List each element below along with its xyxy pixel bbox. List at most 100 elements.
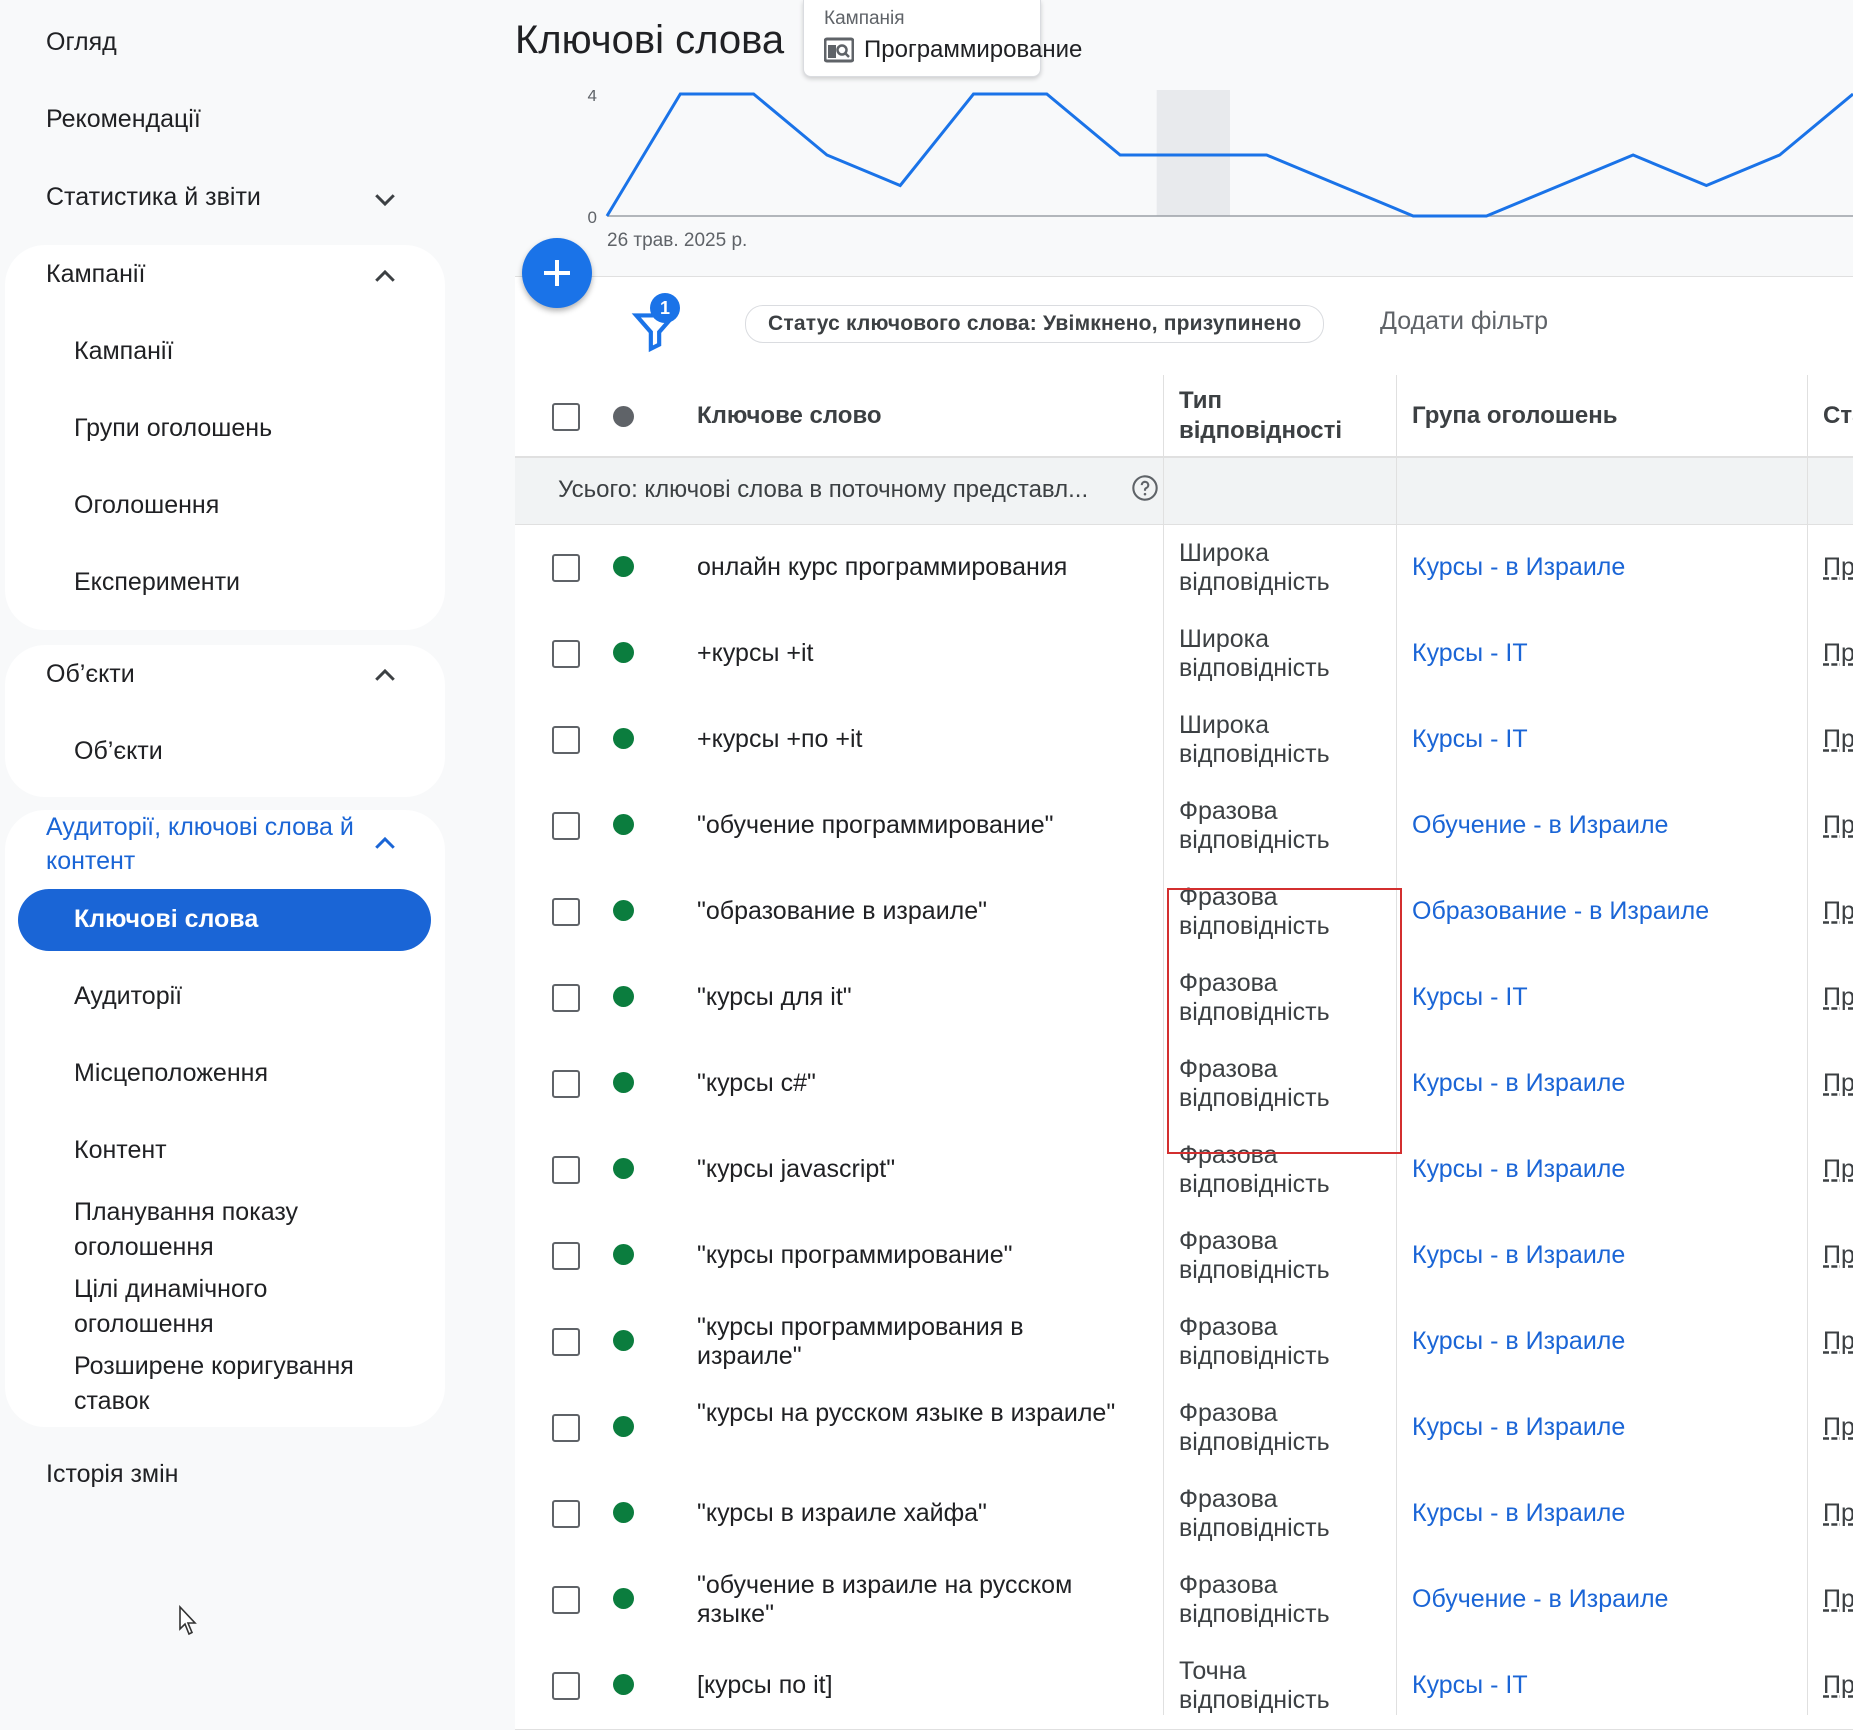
keyword-cell[interactable]: "образование в израиле" — [697, 897, 1117, 926]
status-cell[interactable]: Пр — [1823, 1241, 1853, 1270]
nav-recommendations[interactable]: Рекомендації — [46, 105, 201, 134]
keyword-cell[interactable]: "обучение программирование" — [697, 811, 1117, 840]
nav-assets-group[interactable]: Об’єкти — [46, 660, 135, 689]
ad-group-link[interactable]: Курсы - в Израиле — [1412, 1413, 1625, 1442]
keyword-cell[interactable]: +курсы +it — [697, 639, 1117, 668]
keyword-cell[interactable]: +курсы +по +it — [697, 725, 1117, 754]
ad-group-link[interactable]: Курсы - в Израиле — [1412, 1499, 1625, 1528]
table-row[interactable]: онлайн курс программирования Широка відпо… — [515, 525, 1853, 612]
status-cell[interactable]: Пр — [1823, 983, 1853, 1012]
row-checkbox[interactable] — [552, 898, 580, 926]
ad-group-link[interactable]: Курсы - IT — [1412, 725, 1528, 754]
table-row[interactable]: "курсы в израиле хайфа" Фразова відповідн… — [515, 1471, 1853, 1558]
chevron-down-icon[interactable] — [370, 184, 400, 214]
add-filter-button[interactable]: Додати фільтр — [1380, 307, 1548, 336]
keyword-cell[interactable]: "курсы программирования в израиле" — [697, 1313, 1117, 1371]
ad-group-link[interactable]: Курсы - в Израиле — [1412, 1069, 1625, 1098]
nav-campaigns-group[interactable]: Кампанії — [46, 260, 145, 289]
ad-group-link[interactable]: Обучение - в Израиле — [1412, 811, 1668, 840]
nav-assets[interactable]: Об’єкти — [74, 737, 163, 766]
keyword-cell[interactable]: онлайн курс программирования — [697, 553, 1117, 582]
table-row[interactable]: "курсы на русском языке в израиле" Фразов… — [515, 1385, 1853, 1472]
nav-campaigns[interactable]: Кампанії — [74, 337, 173, 366]
nav-ads[interactable]: Оголошення — [74, 491, 219, 520]
ad-group-link[interactable]: Курсы - в Израиле — [1412, 553, 1625, 582]
nav-locations[interactable]: Місцеположення — [74, 1059, 268, 1088]
status-cell[interactable]: Пр — [1823, 725, 1853, 754]
row-checkbox[interactable] — [552, 1672, 580, 1700]
keyword-cell[interactable]: "курсы на русском языке в израиле" — [697, 1399, 1117, 1428]
row-checkbox[interactable] — [552, 1328, 580, 1356]
table-row[interactable]: "обучение в израиле на русском языке" Фра… — [515, 1557, 1853, 1644]
status-cell[interactable]: Пр — [1823, 639, 1853, 668]
nav-audiences-group[interactable]: Аудиторії, ключові слова й контент — [46, 810, 376, 878]
header-status[interactable]: Ста — [1823, 401, 1853, 431]
keyword-cell[interactable]: [курсы по it] — [697, 1671, 1117, 1700]
row-checkbox[interactable] — [552, 640, 580, 668]
row-checkbox[interactable] — [552, 812, 580, 840]
table-row[interactable]: "курсы программирования в израиле" Фразов… — [515, 1299, 1853, 1386]
keyword-cell[interactable]: "курсы для it" — [697, 983, 1117, 1012]
nav-overview[interactable]: Огляд — [46, 28, 117, 57]
ad-group-link[interactable]: Курсы - в Израиле — [1412, 1241, 1625, 1270]
nav-advanced-bid-adjustments[interactable]: Розширене коригування ставок — [74, 1349, 394, 1419]
header-ad-group[interactable]: Група оголошень — [1412, 401, 1618, 431]
nav-ad-groups[interactable]: Групи оголошень — [74, 414, 272, 443]
row-checkbox[interactable] — [552, 726, 580, 754]
table-row[interactable]: "курсы программирование" Фразова відповід… — [515, 1213, 1853, 1300]
ad-group-link[interactable]: Курсы - в Израиле — [1412, 1327, 1625, 1356]
chevron-up-icon[interactable] — [370, 829, 400, 859]
help-icon[interactable] — [1131, 474, 1159, 502]
ad-group-link[interactable]: Курсы - IT — [1412, 639, 1528, 668]
row-checkbox[interactable] — [552, 1242, 580, 1270]
row-checkbox[interactable] — [552, 1414, 580, 1442]
keyword-cell[interactable]: "обучение в израиле на русском языке" — [697, 1571, 1117, 1629]
status-cell[interactable]: Пр — [1823, 1069, 1853, 1098]
table-row[interactable]: "обучение программирование" Фразова відпо… — [515, 783, 1853, 870]
nav-change-history[interactable]: Історія змін — [46, 1460, 178, 1489]
campaign-selector[interactable]: Кампанія Программирование — [803, 0, 1082, 77]
status-dot-icon — [613, 814, 634, 835]
keyword-cell[interactable]: "курсы javascript" — [697, 1155, 1117, 1184]
status-cell[interactable]: Пр — [1823, 1155, 1853, 1184]
keyword-cell[interactable]: "курсы программирование" — [697, 1241, 1117, 1270]
header-match-type[interactable]: Тип відповідності — [1179, 386, 1349, 446]
status-cell[interactable]: Пр — [1823, 897, 1853, 926]
chevron-up-icon[interactable] — [370, 661, 400, 691]
status-cell[interactable]: Пр — [1823, 1413, 1853, 1442]
table-row[interactable]: [курсы по it] Точна відповідність Курсы - … — [515, 1643, 1853, 1730]
row-checkbox[interactable] — [552, 1156, 580, 1184]
row-checkbox[interactable] — [552, 1500, 580, 1528]
ad-group-link[interactable]: Курсы - IT — [1412, 1671, 1528, 1700]
status-cell[interactable]: Пр — [1823, 811, 1853, 840]
status-cell[interactable]: Пр — [1823, 1671, 1853, 1700]
ad-group-link[interactable]: Обучение - в Израиле — [1412, 1585, 1668, 1614]
nav-audiences[interactable]: Аудиторії — [74, 982, 182, 1011]
ad-group-link[interactable]: Образование - в Израиле — [1412, 897, 1709, 926]
nav-dynamic-ad-targets[interactable]: Цілі динамічного оголошення — [74, 1272, 394, 1342]
status-cell[interactable]: Пр — [1823, 553, 1853, 582]
row-checkbox[interactable] — [552, 554, 580, 582]
nav-ad-schedule[interactable]: Планування показу оголошення — [74, 1195, 394, 1265]
header-keyword[interactable]: Ключове слово — [697, 401, 882, 431]
ad-group-link[interactable]: Курсы - в Израиле — [1412, 1155, 1625, 1184]
row-checkbox[interactable] — [552, 1070, 580, 1098]
row-checkbox[interactable] — [552, 1586, 580, 1614]
status-cell[interactable]: Пр — [1823, 1327, 1853, 1356]
keyword-cell[interactable]: "курсы в израиле хайфа" — [697, 1499, 1117, 1528]
nav-stats-reports[interactable]: Статистика й звіти — [46, 183, 261, 212]
status-filter-chip[interactable]: Статус ключового слова: Увімкнено, призу… — [745, 305, 1325, 343]
nav-content[interactable]: Контент — [74, 1136, 167, 1165]
nav-keywords[interactable]: Ключові слова — [74, 905, 258, 934]
ad-group-link[interactable]: Курсы - IT — [1412, 983, 1528, 1012]
add-keyword-button[interactable] — [522, 238, 592, 308]
keyword-cell[interactable]: "курсы с#" — [697, 1069, 1117, 1098]
chevron-up-icon[interactable] — [370, 262, 400, 292]
status-cell[interactable]: Пр — [1823, 1585, 1853, 1614]
row-checkbox[interactable] — [552, 984, 580, 1012]
status-cell[interactable]: Пр — [1823, 1499, 1853, 1528]
nav-experiments[interactable]: Експерименти — [74, 568, 240, 597]
select-all-checkbox[interactable] — [552, 403, 580, 431]
table-row[interactable]: +курсы +it Широка відповідність Курсы - IT… — [515, 611, 1853, 698]
table-row[interactable]: +курсы +по +it Широка відповідність Курсы … — [515, 697, 1853, 784]
